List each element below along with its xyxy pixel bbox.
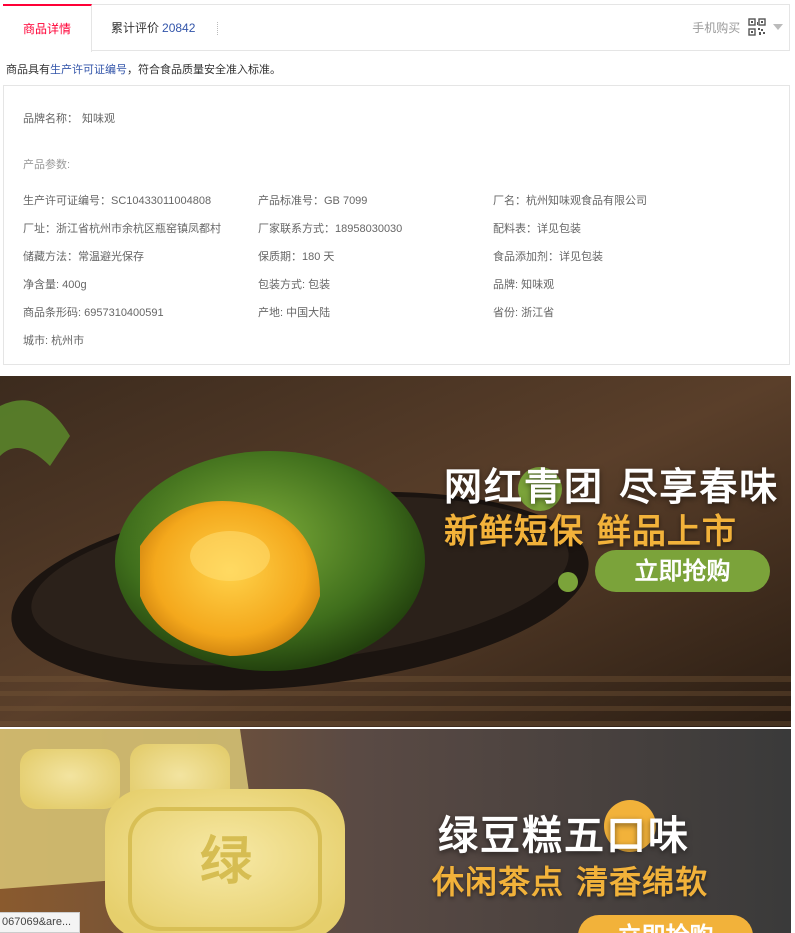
- status-url-tooltip: 067069&are...: [0, 912, 80, 933]
- qr-code-icon: [747, 18, 766, 37]
- banner2-subtitle: 休闲茶点 清香绵软: [432, 863, 709, 901]
- param-ingredients: 配料表：详见包装: [493, 223, 581, 235]
- banner2-buy-button[interactable]: 立即抢购: [578, 915, 753, 933]
- brand-value: 知味观: [82, 113, 115, 125]
- license-number-link[interactable]: 生产许可证编号: [50, 64, 127, 76]
- param-packaging: 包装方式: 包装: [258, 279, 331, 291]
- param-storage: 储藏方法：常温避光保存: [23, 251, 144, 263]
- banner2-title: 绿豆糕五口味: [438, 812, 690, 859]
- tab-reviews-label: 累计评价: [111, 21, 160, 35]
- mungbean-cake-promo-banner[interactable]: 绿 绿豆糕五口味 休闲茶点 清香绵软 立即抢购: [0, 729, 791, 933]
- tab-reviews[interactable]: 累计评价 20842: [111, 5, 195, 52]
- brand-name: 品牌名称： 知味观: [23, 110, 115, 126]
- param-province: 省份: 浙江省: [493, 307, 555, 319]
- tab-divider: [217, 22, 219, 35]
- param-factory: 厂名：杭州知味观食品有限公司: [493, 195, 647, 207]
- param-contact: 厂家联系方式：18958030030: [258, 223, 403, 235]
- mobile-buy-label: 手机购买: [692, 21, 741, 35]
- detail-tab-bar: 商品详情 累计评价 20842 手机购买: [3, 4, 790, 52]
- param-barcode: 商品条形码: 6957310400591: [23, 307, 164, 319]
- svg-text:绿: 绿: [200, 831, 253, 892]
- param-address: 厂址：浙江省杭州市余杭区瓶窑镇凤都村: [23, 223, 221, 235]
- mobile-buy-button[interactable]: 手机购买: [692, 5, 783, 52]
- banner1-title: 网红青团 尽享春味: [444, 464, 780, 509]
- banner1-buy-button[interactable]: 立即抢购: [595, 550, 770, 592]
- chevron-down-icon: [773, 24, 783, 31]
- param-license: 生产许可证编号：SC10433011004808: [23, 195, 212, 207]
- brand-label: 品牌名称：: [23, 113, 78, 125]
- notice-suffix: ，符合食品质量安全准入标准。: [127, 64, 281, 76]
- param-brand: 品牌: 知味观: [493, 279, 555, 291]
- notice-prefix: 商品具有: [6, 64, 50, 76]
- param-standard: 产品标准号：GB 7099: [258, 195, 368, 207]
- param-net-weight: 净含量: 400g: [23, 279, 87, 291]
- qingtuan-promo-banner[interactable]: 网红青团 尽享春味 新鲜短保 鲜品上市 立即抢购: [0, 376, 791, 727]
- product-attributes-panel: 品牌名称： 知味观 产品参数: 生产许可证编号：SC10433011004808 …: [3, 85, 790, 365]
- license-notice: 商品具有生产许可证编号，符合食品质量安全准入标准。: [6, 61, 281, 77]
- banner1-subtitle: 新鲜短保 鲜品上市: [444, 512, 737, 552]
- reviews-count: 20842: [162, 21, 196, 35]
- param-additives: 食品添加剂：详见包装: [493, 251, 603, 263]
- param-shelf-life: 保质期：180 天: [258, 251, 335, 263]
- params-title: 产品参数:: [23, 159, 71, 171]
- param-origin: 产地: 中国大陆: [258, 307, 331, 319]
- param-city: 城市: 杭州市: [23, 335, 85, 347]
- tab-product-details[interactable]: 商品详情: [3, 4, 92, 52]
